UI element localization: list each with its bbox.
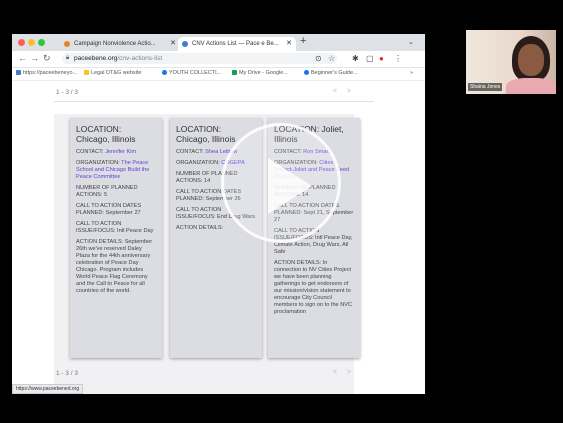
extensions-icon[interactable]: ✱ bbox=[352, 54, 359, 63]
address-bar-row: ← → ↻ 🔒︎ paceebene.org/cnv-actions-list … bbox=[12, 51, 425, 68]
url-path: /cnv-actions-list bbox=[117, 55, 163, 62]
site-favicon-icon bbox=[182, 41, 188, 47]
more-bookmarks-icon[interactable]: » bbox=[410, 70, 413, 76]
globe-icon bbox=[162, 70, 167, 75]
tab-campaign-nonviolence[interactable]: Campaign Nonviolence Actio... ✕ bbox=[60, 37, 180, 51]
bookmark-item[interactable]: https://paceebeneyo... bbox=[16, 70, 77, 76]
url-input[interactable]: 🔒︎ paceebene.org/cnv-actions-list bbox=[62, 53, 337, 64]
bookmark-label: Beginner's Guide... bbox=[311, 70, 358, 76]
browser-window: Campaign Nonviolence Actio... ✕ CNV Acti… bbox=[12, 34, 425, 394]
pagination-arrows[interactable]: < > bbox=[333, 88, 355, 95]
reload-icon[interactable]: ↻ bbox=[43, 53, 51, 64]
card-location: LOCATION: Chicago, Illinois bbox=[76, 124, 136, 144]
forward-arrow-icon[interactable]: → bbox=[30, 53, 39, 63]
participant-name-label: Shaina Jones bbox=[468, 83, 503, 91]
contact-link[interactable]: Jennifer Kim bbox=[105, 149, 136, 155]
tab-cnv-actions-list[interactable]: CNV Actions List — Pace e Be... ✕ bbox=[178, 37, 296, 51]
bookmark-item[interactable]: Beginner's Guide... bbox=[304, 70, 358, 76]
maximize-window-button[interactable] bbox=[38, 39, 45, 46]
bookmark-item[interactable]: YOUTH COLLECTI... bbox=[162, 70, 221, 76]
card-organization: ORGANIZATION: The Peace School and Chica… bbox=[76, 160, 150, 180]
lock-icon: 🔒︎ bbox=[66, 55, 70, 61]
close-tab-icon[interactable]: ✕ bbox=[286, 37, 292, 51]
tab-label: CNV Actions List — Pace e Be... bbox=[192, 41, 279, 47]
card-details: ACTION DETAILS: September 26th we've res… bbox=[76, 239, 153, 294]
drive-icon bbox=[232, 70, 237, 75]
card-issue: CALL TO ACTION ISSUE/FOCUS: Intl Peace D… bbox=[76, 221, 154, 234]
folder-icon bbox=[84, 70, 89, 75]
participant-face bbox=[518, 44, 544, 76]
bookmark-label: My Drive - Google... bbox=[239, 70, 288, 76]
pagination-arrows[interactable]: < > bbox=[333, 369, 355, 376]
close-tab-icon[interactable]: ✕ bbox=[170, 37, 176, 51]
bookmark-star-icon[interactable]: ☆ bbox=[328, 54, 335, 63]
tab-search-icon[interactable]: ⌄ bbox=[408, 38, 414, 46]
reading-list-icon[interactable]: ▢ bbox=[366, 54, 374, 63]
page-content: 1 - 3 / 3 < > LOCATION: Chicago, Illinoi… bbox=[12, 81, 425, 394]
share-icon[interactable]: ⊙ bbox=[315, 54, 322, 63]
card-dates: CALL TO ACTION DATES PLANNED: September … bbox=[76, 203, 142, 216]
tab-strip: Campaign Nonviolence Actio... ✕ CNV Acti… bbox=[12, 34, 425, 51]
play-icon bbox=[268, 158, 312, 214]
apps-grid-icon bbox=[16, 70, 21, 75]
bookmarks-bar: https://paceebeneyo... Legal DT&G websit… bbox=[12, 68, 425, 81]
card-contact: CONTACT: Jennifer Kim bbox=[76, 149, 137, 155]
site-favicon-icon bbox=[64, 41, 70, 47]
new-tab-button[interactable]: + bbox=[300, 35, 306, 47]
url-host: paceebene.org bbox=[74, 55, 118, 62]
bookmark-item[interactable]: Legal DT&G website bbox=[84, 70, 141, 76]
profile-avatar-icon[interactable]: ● bbox=[379, 54, 384, 63]
bookmark-label: https://paceebeneyo... bbox=[23, 70, 78, 76]
bookmark-item[interactable]: My Drive - Google... bbox=[232, 70, 288, 76]
status-url-tooltip: https://www.paceebened.org bbox=[12, 384, 84, 394]
card-details: ACTION DETAILS: In connection to NV Citi… bbox=[274, 260, 353, 315]
video-play-button[interactable] bbox=[221, 123, 341, 243]
minimize-window-button[interactable] bbox=[28, 39, 35, 46]
card-planned-actions: NUMBER OF PLANNED ACTIONS: 5 bbox=[76, 185, 138, 198]
globe-icon bbox=[304, 70, 309, 75]
tab-label: Campaign Nonviolence Actio... bbox=[74, 41, 156, 47]
divider bbox=[54, 101, 374, 102]
pagination-count: 1 - 3 / 3 bbox=[56, 370, 79, 377]
bookmark-label: Legal DT&G website bbox=[91, 70, 142, 76]
close-window-button[interactable] bbox=[18, 39, 25, 46]
pagination-count: 1 - 3 / 3 bbox=[56, 89, 79, 96]
back-arrow-icon[interactable]: ← bbox=[18, 53, 27, 63]
bookmark-label: YOUTH COLLECTI... bbox=[169, 70, 222, 76]
action-card: LOCATION: Chicago, Illinois CONTACT: Jen… bbox=[70, 118, 162, 358]
menu-kebab-icon[interactable]: ⋮ bbox=[394, 54, 402, 63]
webcam-video-tile: Shaina Jones bbox=[466, 30, 556, 94]
